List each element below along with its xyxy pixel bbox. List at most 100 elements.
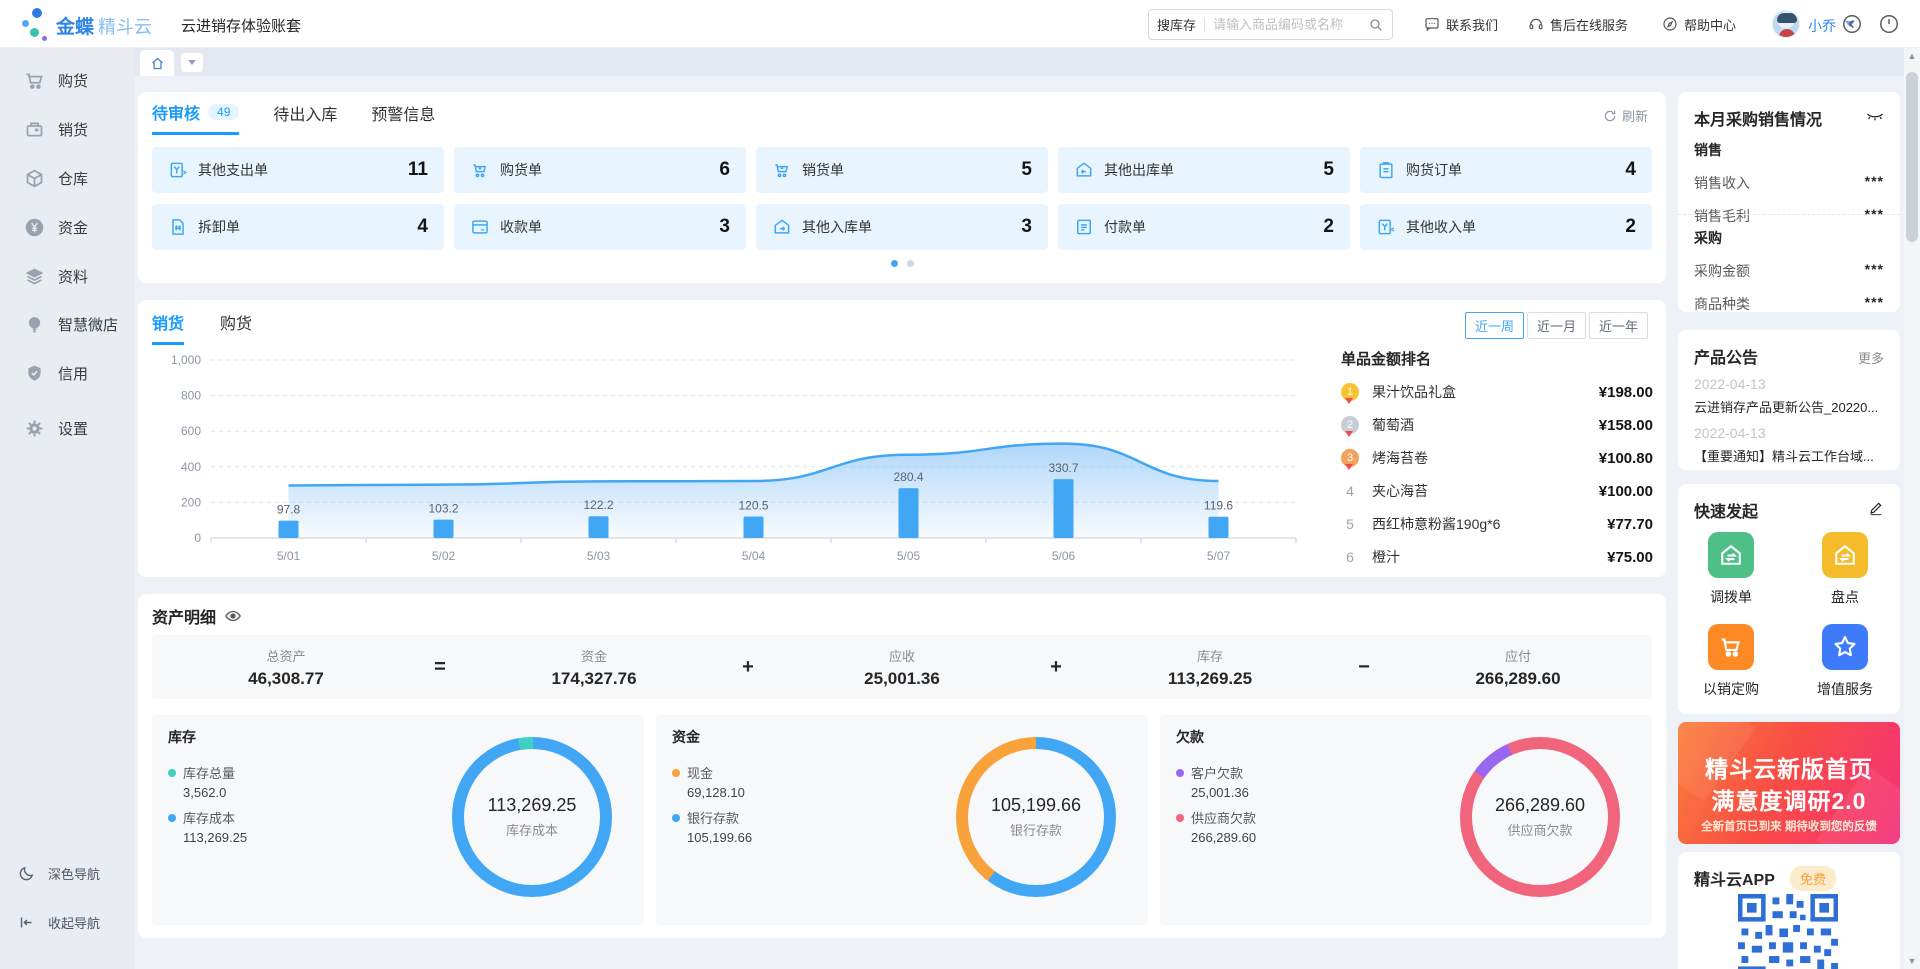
ranking-row[interactable]: 5 西红柿意粉酱190g*6 ¥77.70 xyxy=(1341,514,1653,534)
contact-us-label: 联系我们 xyxy=(1446,15,1498,34)
contact-us-link[interactable]: 联系我们 xyxy=(1424,0,1498,48)
tab-pending-in-out[interactable]: 待出入库 xyxy=(273,101,337,133)
card-other-outbound[interactable]: 其他出库单 5 xyxy=(1058,147,1350,193)
ranking-row[interactable]: 1 果汁饮品礼盒 ¥198.00 xyxy=(1341,382,1653,402)
cart-icon xyxy=(1708,624,1754,670)
ranking-row[interactable]: 6 橙汁 ¥75.00 xyxy=(1341,547,1653,567)
help-center-link[interactable]: 帮助中心 xyxy=(1662,0,1736,48)
sidebar-item-credit[interactable]: 信用 xyxy=(0,355,135,391)
card-count: 5 xyxy=(1323,159,1334,181)
tasks-tabs: 待审核 49 待出入库 预警信息 xyxy=(152,102,435,132)
card-label: 其他收入单 xyxy=(1406,217,1476,237)
card-other-inbound[interactable]: 其他入库单 3 xyxy=(756,204,1048,250)
range-last-week[interactable]: 近一周 xyxy=(1465,312,1524,339)
announcement-item[interactable]: 2022-04-13 云进销存产品更新公告_20220... xyxy=(1694,376,1886,416)
search-icon[interactable] xyxy=(1368,17,1384,33)
after-sales-service-link[interactable]: 售后在线服务 xyxy=(1528,0,1628,48)
logout-power-button[interactable] xyxy=(1878,13,1900,35)
ranking-row[interactable]: 4 夹心海苔 ¥100.00 xyxy=(1341,481,1653,501)
sidebar-item-smart-store[interactable]: 智慧微店 xyxy=(0,306,135,342)
inventory-total: 库存113,269.25 xyxy=(1076,646,1344,689)
tab-pending-approval[interactable]: 待审核 49 xyxy=(152,100,239,135)
sidebar-item-funds[interactable]: 资金 xyxy=(0,209,135,245)
ranking-row[interactable]: 3 烤海苔卷 ¥100.80 xyxy=(1341,448,1653,468)
pagination-dot[interactable] xyxy=(907,260,914,267)
total-assets: 总资产46,308.77 xyxy=(152,646,420,689)
back-button[interactable] xyxy=(1841,13,1863,35)
sidebar-item-settings[interactable]: 设置 xyxy=(0,410,135,446)
sidebar-item-warehouse[interactable]: 仓库 xyxy=(0,160,135,196)
scrollbar-thumb[interactable] xyxy=(1906,72,1918,242)
tab-list-dropdown[interactable] xyxy=(181,53,203,72)
home-tab[interactable] xyxy=(140,50,174,76)
survey-banner[interactable]: 精斗云新版首页 满意度调研2.0 全新首页已到来 期待收到您的反馈 xyxy=(1678,722,1900,844)
eye-closed-icon[interactable] xyxy=(1866,110,1884,129)
more-link[interactable]: 更多 xyxy=(1858,348,1884,367)
quick-action-stocktake[interactable]: 盘点 xyxy=(1806,532,1884,607)
user-avatar[interactable] xyxy=(1772,10,1800,38)
range-last-month[interactable]: 近一月 xyxy=(1527,312,1586,339)
card-other-income[interactable]: 其他收入单 2 xyxy=(1360,204,1652,250)
range-last-year[interactable]: 近一年 xyxy=(1589,312,1648,339)
user-name[interactable]: 小乔 xyxy=(1808,16,1836,36)
card-receipt[interactable]: 收款单 3 xyxy=(454,204,746,250)
item-name: 烤海苔卷 xyxy=(1372,448,1428,468)
tab-sales[interactable]: 销货 xyxy=(152,310,184,345)
quick-actions-panel: 快速发起 调拨单 盘点 以销定购 增值服务 xyxy=(1678,484,1900,714)
top-header: 金蝶 精斗云 云进销存体验账套 搜库存 联系我们 售后在线服务 帮助中心 小乔 xyxy=(0,0,1920,48)
scroll-down-button[interactable]: ▼ xyxy=(1904,953,1920,969)
dark-nav-toggle[interactable]: 深色导航 xyxy=(0,858,135,888)
tab-alerts[interactable]: 预警信息 xyxy=(371,101,435,133)
ranking-row[interactable]: 2 葡萄酒 ¥158.00 xyxy=(1341,415,1653,435)
quick-action-order-by-sales[interactable]: 以销定购 xyxy=(1692,624,1770,699)
card-other-expense[interactable]: 其他支出单 11 xyxy=(152,147,444,193)
scroll-up-button[interactable]: ▲ xyxy=(1904,48,1920,64)
card-purchase-order-doc[interactable]: 购货单 6 xyxy=(454,147,746,193)
legend-dot xyxy=(672,814,680,822)
stat-row: 销售收入*** xyxy=(1694,173,1884,193)
inventory-search-box[interactable]: 搜库存 xyxy=(1148,9,1393,40)
card-disassembly[interactable]: 拆卸单 4 xyxy=(152,204,444,250)
sales-trend-chart: 02004006008001,00097.85/01103.25/02122.2… xyxy=(146,346,1331,574)
svg-text:5/07: 5/07 xyxy=(1207,549,1231,563)
collapse-nav-toggle[interactable]: 收起导航 xyxy=(0,907,135,937)
item-amount: ¥100.80 xyxy=(1599,450,1653,467)
panel-title: 欠款 xyxy=(1176,727,1204,747)
sidebar-item-materials[interactable]: 资料 xyxy=(0,258,135,294)
card-purchase-order[interactable]: 购货订单 4 xyxy=(1360,147,1652,193)
masked-value: *** xyxy=(1865,173,1884,193)
pagination-dot-active[interactable] xyxy=(891,260,898,267)
minus-sign: − xyxy=(1344,656,1384,679)
donut-center: 113,269.25 库存成本 xyxy=(464,749,600,885)
svg-text:97.8: 97.8 xyxy=(277,503,301,517)
product-announcements-panel: 产品公告 更多 2022-04-13 云进销存产品更新公告_20220... 2… xyxy=(1678,330,1900,470)
refresh-button[interactable]: 刷新 xyxy=(1603,106,1648,125)
sidebar-item-sales[interactable]: 销货 xyxy=(0,111,135,147)
item-amount: ¥75.00 xyxy=(1607,549,1653,566)
quick-action-value-added[interactable]: 增值服务 xyxy=(1806,624,1884,699)
tab-label: 预警信息 xyxy=(371,101,435,125)
page-scrollbar[interactable]: ▲ ▼ xyxy=(1904,48,1920,969)
quick-action-transfer[interactable]: 调拨单 xyxy=(1692,532,1770,607)
cart-minus-icon xyxy=(772,160,792,180)
card-label: 购货单 xyxy=(500,160,542,180)
card-payment[interactable]: 付款单 2 xyxy=(1058,204,1350,250)
eye-icon[interactable] xyxy=(224,607,242,625)
tab-purchase[interactable]: 购货 xyxy=(220,310,252,345)
search-input[interactable] xyxy=(1213,17,1368,32)
legend-dot xyxy=(1176,814,1184,822)
ranking-title: 单品金额排名 xyxy=(1341,348,1653,369)
search-scope-label[interactable]: 搜库存 xyxy=(1157,15,1196,34)
rank-number: 4 xyxy=(1341,483,1359,499)
announcements-title: 产品公告 xyxy=(1694,344,1758,368)
card-count: 2 xyxy=(1625,216,1636,238)
announcement-item[interactable]: 2022-04-13 【重要通知】精斗云工作台域... xyxy=(1694,425,1886,465)
legend-item: 库存总量3,562.0 xyxy=(168,763,247,800)
cash-register-icon xyxy=(24,119,45,140)
legend-dot xyxy=(168,814,176,822)
moon-icon xyxy=(18,865,35,882)
card-sales-doc[interactable]: 销货单 5 xyxy=(756,147,1048,193)
equals-sign: = xyxy=(420,656,460,679)
sidebar-item-purchase[interactable]: 购货 xyxy=(0,62,135,98)
edit-pencil-icon[interactable] xyxy=(1868,500,1884,521)
